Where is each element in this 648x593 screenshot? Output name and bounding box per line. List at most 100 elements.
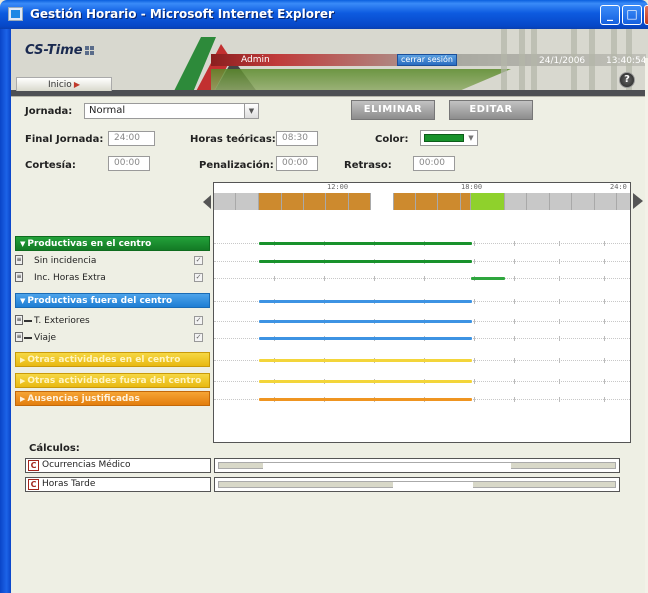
- checkbox-icon[interactable]: ✓: [194, 273, 203, 282]
- hour-cell-extra[interactable]: [471, 193, 505, 210]
- item-viaje[interactable]: ≡ Viaje ✓: [15, 332, 210, 345]
- current-date: 24/1/2006: [539, 56, 586, 66]
- calc-horas-tarde[interactable]: C Horas Tarde: [25, 477, 211, 492]
- grid-tick: [559, 241, 560, 246]
- bar-viaje[interactable]: [259, 337, 472, 340]
- hour-cell[interactable]: [326, 193, 349, 210]
- document-icon: ≡: [15, 315, 23, 325]
- grid-tick: [514, 299, 515, 304]
- grid-tick: [604, 299, 605, 304]
- bar-otras-fuera[interactable]: [259, 380, 472, 383]
- hour-cell[interactable]: [416, 193, 438, 210]
- item-inc-horas-extra[interactable]: ≡ Inc. Horas Extra ✓: [15, 272, 210, 285]
- grid-tick: [474, 336, 475, 341]
- category-productivas-fuera[interactable]: ▼ Productivas fuera del centro: [15, 293, 210, 308]
- grid-tick: [559, 319, 560, 324]
- hour-cell[interactable]: [304, 193, 326, 210]
- checkbox-icon[interactable]: ✓: [194, 256, 203, 265]
- category-ausencias[interactable]: ▶ Ausencias justificadas: [15, 391, 210, 406]
- calc-ocurrencias-medico[interactable]: C Ocurrencias Médico: [25, 458, 211, 473]
- hour-label-12: 12:00: [327, 183, 349, 191]
- item-sin-incidencia[interactable]: ≡ Sin incidencia ✓: [15, 255, 210, 268]
- category-label: Otras actividades en el centro: [27, 355, 181, 365]
- close-button[interactable]: X: [644, 5, 648, 25]
- grid-tick: [559, 379, 560, 384]
- grid-tick: [514, 259, 515, 264]
- category-productivas-centro[interactable]: ▼ Productivas en el centro: [15, 236, 210, 251]
- hour-cell[interactable]: [259, 193, 282, 210]
- retraso-input[interactable]: 00:00: [413, 156, 455, 171]
- editar-button[interactable]: EDITAR: [449, 100, 533, 120]
- cortesia-input[interactable]: 00:00: [108, 156, 150, 171]
- grid-tick: [604, 276, 605, 281]
- help-button[interactable]: ?: [619, 72, 635, 88]
- bar-sin-incidencia[interactable]: [259, 260, 472, 263]
- hour-cell[interactable]: [527, 193, 550, 210]
- bar-ausencias[interactable]: [259, 398, 472, 401]
- scroll-left-arrow-icon[interactable]: [203, 195, 211, 209]
- hour-cell[interactable]: [438, 193, 461, 210]
- arrow-right-icon: ▶: [73, 80, 80, 89]
- bar-productivas-centro[interactable]: [259, 242, 472, 245]
- grid-tick: [514, 276, 515, 281]
- grid-tick: [514, 336, 515, 341]
- timeline-hour-cells[interactable]: [214, 193, 630, 210]
- bar-t-exteriores[interactable]: [259, 320, 472, 323]
- hour-cell[interactable]: [214, 193, 236, 210]
- triangle-right-icon: ▶: [20, 377, 26, 385]
- category-label: Otras actividades fuera del centro: [27, 376, 202, 386]
- triangle-right-icon: ▶: [20, 395, 26, 403]
- bar-otras-centro[interactable]: [259, 359, 472, 362]
- jornada-select[interactable]: Normal ▼: [84, 103, 259, 119]
- app-banner: CS-Time Admin cerrar sesión 24/1/2006 13…: [11, 29, 648, 97]
- grid-tick: [559, 358, 560, 363]
- grid-tick: [514, 319, 515, 324]
- document-icon: ≡: [15, 272, 23, 282]
- hour-cell[interactable]: [282, 193, 304, 210]
- triangle-down-icon: ▼: [20, 297, 26, 305]
- tab-inicio[interactable]: Inicio ▶: [16, 77, 112, 91]
- eliminar-button[interactable]: ELIMINAR: [351, 100, 435, 120]
- item-t-exteriores[interactable]: ≡ T. Exteriores ✓: [15, 315, 210, 328]
- checkbox-icon[interactable]: ✓: [194, 333, 203, 342]
- color-swatch: [424, 134, 464, 142]
- item-label: Viaje: [34, 333, 57, 343]
- grid-tick: [604, 241, 605, 246]
- current-time: 13:40:54: [606, 56, 647, 66]
- hour-cell[interactable]: [349, 193, 371, 210]
- item-label: Sin incidencia: [34, 256, 97, 266]
- grid-tick: [514, 379, 515, 384]
- maximize-button[interactable]: □: [622, 5, 642, 25]
- calc-c-icon: C: [28, 479, 39, 490]
- document-icon: ≡: [15, 332, 23, 342]
- cortesia-label: Cortesía:: [25, 160, 76, 171]
- checkbox-icon[interactable]: ✓: [194, 316, 203, 325]
- grid-tick: [324, 276, 325, 281]
- hour-cell[interactable]: [617, 193, 630, 210]
- document-icon: ≡: [15, 255, 23, 265]
- hour-cell-selected[interactable]: [371, 193, 394, 210]
- logout-button[interactable]: cerrar sesión: [397, 54, 457, 66]
- hour-cell[interactable]: [572, 193, 595, 210]
- hour-cell[interactable]: [550, 193, 572, 210]
- category-otras-centro[interactable]: ▶ Otras actividades en el centro: [15, 352, 210, 367]
- hour-cell[interactable]: [595, 193, 617, 210]
- color-picker[interactable]: ▼: [420, 130, 478, 146]
- hour-cell[interactable]: [236, 193, 259, 210]
- minimize-button[interactable]: _: [600, 5, 620, 25]
- grid-tick: [514, 358, 515, 363]
- hour-cell[interactable]: [505, 193, 527, 210]
- category-otras-fuera[interactable]: ▶ Otras actividades fuera del centro: [15, 373, 210, 388]
- bar-productivas-fuera[interactable]: [259, 300, 472, 303]
- chevron-down-icon: ▼: [468, 134, 474, 142]
- calc-segment: [393, 482, 473, 488]
- grid-tick: [559, 299, 560, 304]
- hour-cell[interactable]: [394, 193, 416, 210]
- horas-teoricas-input[interactable]: 08:30: [276, 131, 318, 146]
- final-jornada-input[interactable]: 24:00: [108, 131, 155, 146]
- penalizacion-input[interactable]: 00:00: [276, 156, 318, 171]
- calc-track-medico: [214, 458, 620, 473]
- bar-horas-extra[interactable]: [471, 277, 505, 280]
- scroll-right-arrow-icon[interactable]: [633, 193, 643, 209]
- hour-cell[interactable]: [461, 193, 471, 210]
